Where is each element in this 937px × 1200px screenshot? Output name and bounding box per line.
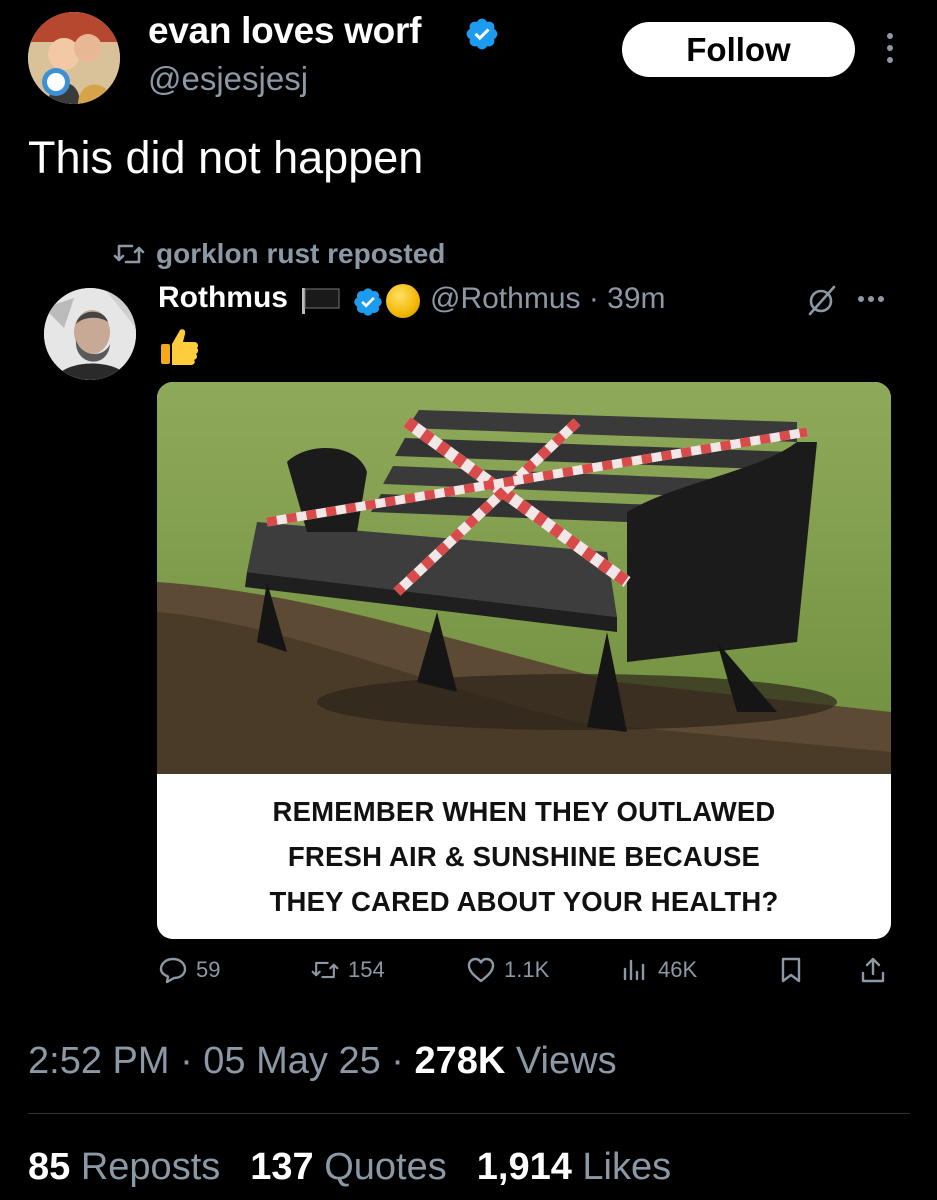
analytics-icon [623, 959, 645, 981]
views-total: 278K [414, 1040, 506, 1082]
black-flag-icon [302, 288, 340, 314]
thumbs-up-emoji [158, 326, 200, 368]
repost-icon [113, 244, 145, 264]
quotes-total: 137 [250, 1146, 314, 1188]
quoted-verified-badge-icon [354, 288, 382, 316]
reposts-stat[interactable]: 85 Reposts [28, 1146, 220, 1189]
caption-line-3: THEY CARED ABOUT YOUR HEALTH? [269, 886, 779, 917]
reply-icon [159, 957, 187, 984]
quoted-handle-time[interactable]: @Rothmus · 39m [430, 282, 666, 316]
views-count: 46K [658, 957, 698, 982]
post-timestamp[interactable]: 2:52 PM · 05 May 25 · 278K Views [28, 1040, 617, 1083]
quoted-author-avatar[interactable] [44, 288, 136, 380]
reposts-label: Reposts [80, 1146, 221, 1188]
grok-icon[interactable] [806, 284, 838, 316]
heart-icon [467, 957, 495, 983]
views-label: Views [505, 1040, 617, 1082]
quoted-action-bar: 59 154 1.1K 46K [0, 955, 937, 995]
likes-stat[interactable]: 1,914 Likes [477, 1146, 671, 1189]
likes-label: Likes [582, 1146, 672, 1188]
more-options-icon[interactable] [880, 30, 900, 70]
post-time-date: 2:52 PM · 05 May 25 · [28, 1040, 415, 1082]
quoted-more-icon[interactable] [858, 296, 892, 306]
quotes-label: Quotes [324, 1146, 447, 1188]
reply-count: 59 [196, 957, 221, 982]
engagement-stats: 85 Reposts 137 Quotes 1,914 Likes [28, 1146, 701, 1189]
meme-caption: REMEMBER WHEN THEY OUTLAWED FRESH AIR & … [157, 774, 891, 939]
share-action[interactable] [858, 955, 888, 985]
repost-count: 154 [348, 957, 385, 982]
author-display-name[interactable]: evan loves worf [148, 10, 421, 52]
tweet-text: This did not happen [28, 132, 424, 183]
like-count: 1.1K [504, 957, 550, 982]
quoted-author-name[interactable]: Rothmus [158, 281, 288, 315]
repost-context[interactable]: gorklon rust reposted [112, 238, 445, 270]
repost-icon [311, 961, 339, 979]
verified-badge-icon [466, 18, 498, 50]
media-image-card[interactable]: REMEMBER WHEN THEY OUTLAWED FRESH AIR & … [157, 382, 891, 939]
reply-action[interactable]: 59 [158, 955, 220, 985]
caption-line-1: REMEMBER WHEN THEY OUTLAWED [272, 796, 776, 827]
likes-total: 1,914 [476, 1146, 572, 1188]
bench-photo[interactable] [157, 382, 891, 774]
author-handle[interactable]: @esjesjesj [148, 60, 308, 98]
views-action[interactable]: 46K [620, 955, 697, 985]
reposts-total: 85 [28, 1146, 71, 1188]
divider [28, 1113, 910, 1114]
gold-coin-icon [386, 284, 420, 318]
quotes-stat[interactable]: 137 Quotes [250, 1146, 447, 1189]
repost-action[interactable]: 154 [310, 955, 385, 985]
like-action[interactable]: 1.1K [466, 955, 549, 985]
caption-line-2: FRESH AIR & SUNSHINE BECAUSE [287, 841, 761, 872]
author-avatar[interactable] [28, 12, 120, 104]
follow-button[interactable]: Follow [622, 22, 855, 77]
share-icon [861, 957, 885, 983]
bookmark-icon [781, 957, 801, 983]
bookmark-action[interactable] [776, 955, 806, 985]
repost-label: gorklon rust reposted [156, 238, 446, 269]
